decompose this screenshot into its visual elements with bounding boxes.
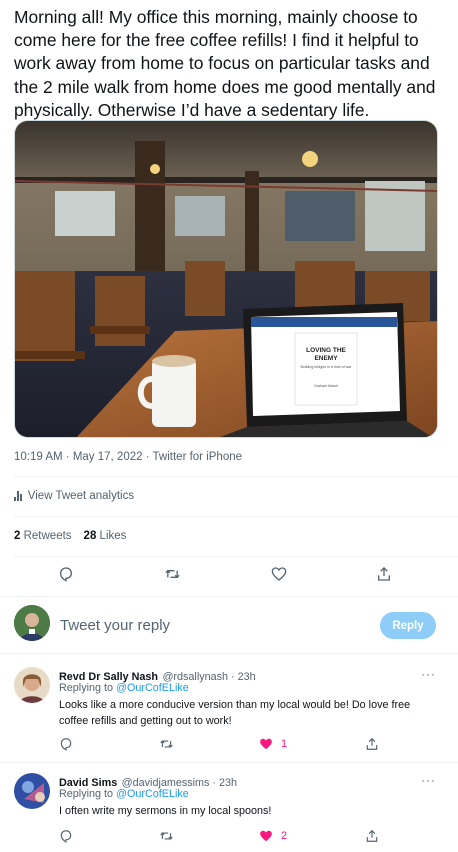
reply-action[interactable] [59,737,73,751]
reply-text: Looks like a more conducive version than… [59,699,411,727]
retweets-label: Retweets [23,530,72,542]
like-action[interactable] [271,566,287,582]
replying-prefix: Replying to [59,788,117,800]
reply-separator: · [209,777,220,789]
view-analytics-link[interactable]: View Tweet analytics [14,490,134,502]
reply-action[interactable] [58,566,74,582]
reply-like-count: 2 [281,830,288,842]
retweets-stat[interactable]: 2 Retweets [14,530,72,542]
tweet-text: Morning all! My office this morning, mai… [14,7,436,120]
photo-book-title: LOVING THE ENEMY [306,347,346,362]
tweet-source[interactable]: Twitter for iPhone [153,451,242,463]
heart-filled-icon [260,830,272,842]
retweet-action[interactable] [164,566,181,582]
share-icon [366,829,378,842]
replying-to: Replying to @OurCofELike [59,682,189,694]
analytics-label: View Tweet analytics [27,490,135,502]
retweet-icon [160,740,173,748]
divider [0,653,458,654]
reply-avatar[interactable] [14,667,50,703]
divider [0,762,458,763]
tweet-photo[interactable]: LOVING THE ENEMY Building bridges in a t… [14,120,438,438]
retweet-action[interactable] [159,737,174,751]
user-avatar[interactable] [14,605,50,641]
like-action[interactable]: 2 [259,829,287,843]
retweet-icon [165,569,180,579]
tweet-date: May 17, 2022 [72,451,143,463]
retweet-action[interactable] [159,829,174,843]
replying-to-link[interactable]: @OurCofELike [116,682,189,694]
reply-like-count: 1 [281,738,288,750]
reply-icon [59,567,73,582]
divider [0,596,458,597]
more-options-icon[interactable]: ··· [421,667,436,681]
share-icon [378,567,390,581]
analytics-icon [14,491,22,501]
reply-button[interactable]: Reply [380,612,436,639]
divider [14,516,458,517]
reply-action[interactable] [59,829,73,843]
reply-time[interactable]: 23h [238,671,256,683]
likes-label: Likes [99,530,127,542]
reply-input[interactable]: Tweet your reply [60,617,170,634]
reply-text: I often write my sermons in my local spo… [59,805,272,817]
divider [14,476,458,477]
reply-icon [60,830,72,843]
tweet-time: 10:19 AM [14,451,63,463]
reply-separator: · [228,671,238,683]
tweet-timestamp[interactable]: 10:19 AM · May 17, 2022 · Twitter for iP… [14,451,242,463]
photo-book-subtitle: Building bridges in a time of war [300,365,352,369]
retweets-count: 2 [14,530,21,542]
tweet-stats: 2 Retweets 28 Likes [14,530,126,542]
replying-prefix: Replying to [59,682,117,694]
photo-book-author: Graham Marsh [314,384,338,388]
replying-to-link[interactable]: @OurCofELike [116,788,189,800]
heart-icon [271,567,287,581]
heart-filled-icon [260,738,272,750]
meta-separator: · [142,451,153,463]
meta-separator: · [62,451,73,463]
like-action[interactable]: 1 [259,737,287,751]
reply-time[interactable]: 23h [219,777,237,789]
replying-to: Replying to @OurCofELike [59,788,189,800]
reply-composer: Tweet your reply Reply [14,605,444,641]
divider [14,556,458,557]
reply-icon [60,738,72,751]
share-icon [366,737,378,750]
reply-avatar[interactable] [14,773,50,809]
likes-count: 28 [83,530,97,542]
more-options-icon[interactable]: ··· [421,773,436,787]
likes-stat[interactable]: 28 Likes [84,530,127,542]
share-action[interactable] [365,737,379,751]
retweet-icon [160,832,173,840]
share-action[interactable] [365,829,379,843]
share-action[interactable] [376,566,392,582]
